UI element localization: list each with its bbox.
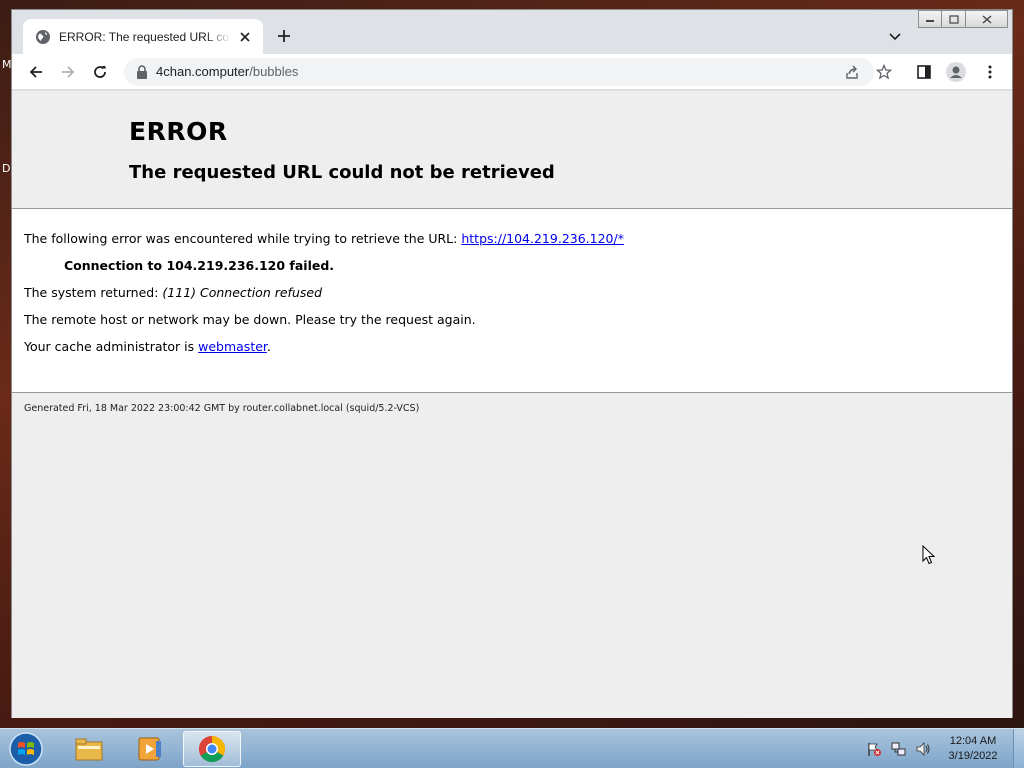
error-line-text: The following error was encountered whil… [24, 231, 462, 246]
close-icon [982, 14, 991, 24]
system-returned-label: The system returned: [24, 285, 163, 300]
volume-icon[interactable] [915, 741, 931, 757]
restore-icon [948, 14, 959, 24]
back-button[interactable] [26, 62, 46, 82]
side-panel-icon[interactable] [916, 64, 932, 80]
taskbar-chrome[interactable] [183, 731, 241, 767]
browser-window: ERROR: The requested URL could not be re… [11, 9, 1013, 718]
clock-date: 3/19/2022 [948, 750, 998, 762]
clock-time: 12:04 AM [949, 735, 997, 747]
error-header: ERROR The requested URL could not be ret… [12, 91, 1012, 209]
start-button[interactable] [6, 731, 46, 767]
taskbar-explorer[interactable] [60, 731, 118, 767]
mouse-cursor-icon [922, 545, 936, 565]
tab-strip: ERROR: The requested URL could not be re… [12, 10, 1012, 54]
url-path: /bubbles [249, 64, 299, 79]
url-host: 4chan.computer [156, 64, 250, 79]
url-text[interactable]: 4chan.computer/bubbles [156, 64, 298, 79]
share-icon[interactable] [844, 64, 860, 80]
system-clock[interactable]: 12:04 AM 3/19/2022 [940, 734, 1006, 764]
forward-arrow-icon [62, 66, 75, 78]
error-line: The following error was encountered whil… [24, 231, 624, 246]
generated-footer: Generated Fri, 18 Mar 2022 23:00:42 GMT … [24, 403, 420, 414]
folder-icon [75, 738, 103, 761]
taskbar-media-player[interactable] [121, 731, 179, 767]
close-window-button[interactable] [966, 10, 1008, 28]
page-content: ERROR The requested URL could not be ret… [12, 91, 1012, 718]
maximize-button[interactable] [942, 10, 966, 28]
connection-failed-text: Connection to 104.219.236.120 failed. [64, 258, 335, 273]
period-text: . [266, 339, 271, 354]
reload-icon [94, 66, 106, 78]
cache-admin-line: Your cache administrator is webmaster. [24, 339, 271, 354]
system-returned-value: (111) Connection refused [162, 285, 322, 300]
network-icon[interactable] [891, 741, 907, 757]
back-arrow-icon [29, 66, 42, 78]
address-bar[interactable]: 4chan.computer/bubbles [124, 58, 874, 86]
media-player-icon [138, 737, 161, 761]
tab-title: ERROR: The requested URL could not be re… [59, 29, 231, 44]
browser-toolbar: 4chan.computer/bubbles [12, 54, 1012, 90]
system-returned-line: The system returned: (111) Connection re… [24, 285, 322, 300]
error-url-link[interactable]: https://104.219.236.120/* [461, 231, 624, 246]
chrome-icon [198, 735, 226, 763]
new-tab-icon[interactable] [274, 26, 294, 46]
browser-tab[interactable]: ERROR: The requested URL could not be re… [23, 19, 263, 54]
kebab-menu-icon[interactable] [982, 64, 998, 80]
page-title: ERROR [129, 117, 228, 146]
desktop-label: D [2, 162, 11, 175]
page-subtitle: The requested URL could not be retrieved [129, 162, 555, 183]
close-icon[interactable] [237, 29, 253, 45]
profile-avatar-icon[interactable] [946, 62, 966, 82]
error-body: The following error was encountered whil… [12, 209, 1012, 393]
remote-host-line: The remote host or network may be down. … [24, 312, 476, 327]
windows-orb-icon [9, 732, 43, 766]
chevron-down-icon[interactable] [887, 28, 903, 44]
show-desktop-button[interactable] [1013, 729, 1024, 768]
cache-admin-label: Your cache administrator is [24, 339, 199, 354]
action-center-flag-icon[interactable] [866, 741, 882, 757]
window-controls [918, 10, 1008, 28]
lock-icon[interactable] [136, 65, 148, 79]
star-icon[interactable] [876, 64, 892, 80]
minimize-icon [926, 20, 934, 22]
globe-icon [36, 29, 50, 44]
forward-button[interactable] [58, 62, 78, 82]
reload-button[interactable] [90, 62, 110, 82]
webmaster-link[interactable]: webmaster [198, 339, 267, 354]
minimize-button[interactable] [918, 10, 942, 28]
taskbar: 12:04 AM 3/19/2022 [0, 728, 1024, 768]
